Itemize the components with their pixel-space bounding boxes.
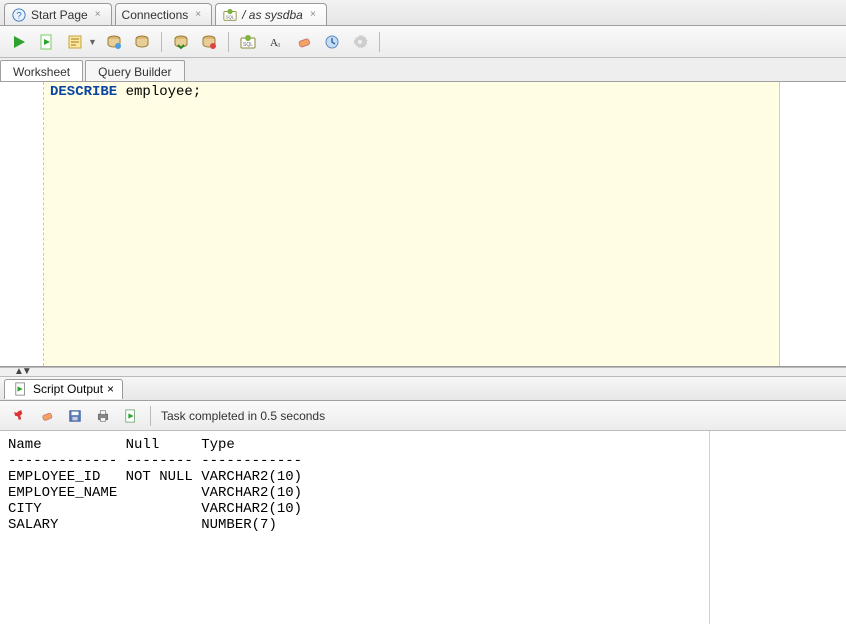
tab-label: Start Page	[31, 8, 88, 22]
explain-plan-button[interactable]	[64, 31, 86, 53]
settings-button[interactable]	[349, 31, 371, 53]
output-toolbar: Task completed in 0.5 seconds	[0, 401, 846, 431]
close-icon[interactable]: ×	[95, 9, 101, 20]
close-icon[interactable]: ×	[310, 9, 316, 20]
sql-editor[interactable]: DESCRIBE employee;	[44, 82, 780, 366]
dropdown-arrow-icon[interactable]: ▼	[88, 37, 97, 47]
separator	[228, 32, 229, 52]
tab-script-output[interactable]: Script Output ×	[4, 379, 123, 399]
tab-as-sysdba[interactable]: SQL / as sysdba ×	[215, 3, 327, 25]
commit-button[interactable]	[131, 31, 153, 53]
save-button[interactable]	[64, 405, 86, 427]
run-button[interactable]	[8, 31, 30, 53]
tab-connections[interactable]: Connections ×	[115, 3, 213, 25]
print-button[interactable]	[92, 405, 114, 427]
separator	[161, 32, 162, 52]
svg-text:?: ?	[16, 10, 21, 21]
case-button[interactable]: Aa	[265, 31, 287, 53]
help-icon: ?	[11, 7, 27, 23]
close-icon[interactable]: ×	[195, 9, 201, 20]
worksheet-tabs: Worksheet Query Builder	[0, 58, 846, 82]
pin-button[interactable]	[8, 405, 30, 427]
svg-text:SQL: SQL	[226, 14, 235, 19]
separator	[150, 406, 151, 426]
output-tab-label: Script Output	[33, 382, 103, 396]
erase-button[interactable]	[293, 31, 315, 53]
line-gutter	[0, 82, 44, 366]
splitter-handle[interactable]: ▲▼	[0, 367, 846, 377]
tab-label: / as sysdba	[242, 8, 303, 22]
svg-text:SQL: SQL	[243, 42, 253, 48]
main-toolbar: ▼ SQL Aa	[0, 26, 846, 58]
tab-label: Connections	[122, 8, 189, 22]
tab-start-page[interactable]: ? Start Page ×	[4, 3, 112, 25]
autotrace-button[interactable]	[103, 31, 125, 53]
sql-text: employee;	[117, 84, 201, 100]
sql-worksheet-icon: SQL	[222, 7, 238, 23]
tab-worksheet[interactable]: Worksheet	[0, 60, 83, 81]
output-right-margin	[710, 431, 846, 624]
editor-area: DESCRIBE employee;	[0, 82, 846, 367]
editor-right-margin	[780, 82, 846, 366]
output-text[interactable]: Name Null Type ------------- -------- --…	[0, 431, 710, 624]
sql-icon-button[interactable]: SQL	[237, 31, 259, 53]
fetch-button[interactable]	[120, 405, 142, 427]
file-tabs: ? Start Page × Connections × SQL / as sy…	[0, 0, 846, 26]
close-icon[interactable]: ×	[107, 382, 114, 396]
history-button[interactable]	[321, 31, 343, 53]
output-tabs: Script Output ×	[0, 377, 846, 401]
tab-query-builder[interactable]: Query Builder	[85, 60, 184, 81]
rollback-button[interactable]	[170, 31, 192, 53]
sql-keyword: DESCRIBE	[50, 84, 117, 100]
output-area: Name Null Type ------------- -------- --…	[0, 431, 846, 624]
script-output-icon	[13, 381, 29, 397]
run-script-button[interactable]	[36, 31, 58, 53]
separator	[379, 32, 380, 52]
unshared-button[interactable]	[198, 31, 220, 53]
svg-text:a: a	[277, 40, 281, 49]
status-text: Task completed in 0.5 seconds	[161, 409, 325, 423]
clear-button[interactable]	[36, 405, 58, 427]
splitter-arrows-icon: ▲▼	[14, 366, 30, 377]
